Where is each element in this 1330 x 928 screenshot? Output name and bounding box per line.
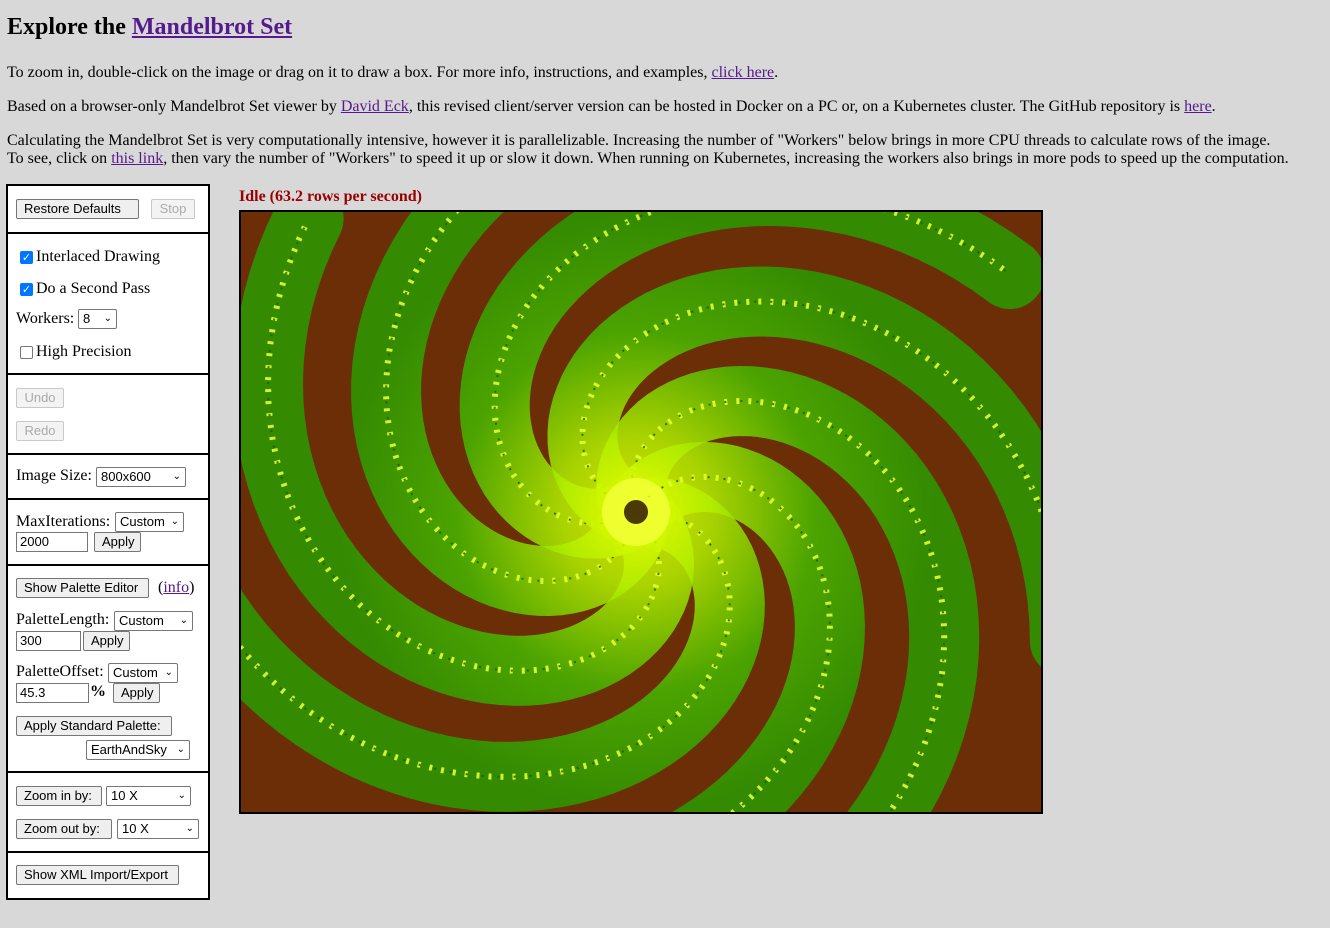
panel-section-history: Undo Redo (8, 375, 208, 455)
max-iterations-input[interactable]: 2000 (16, 532, 88, 552)
fractal-center (624, 500, 648, 524)
chevron-down-icon: ⌄ (172, 471, 181, 482)
panel-section-iterations: MaxIterations: Custom ⌄ 2000 Apply (8, 500, 208, 566)
palette-offset-input[interactable]: 45.3 (16, 683, 89, 703)
panel-section-actions: Restore Defaults Stop (8, 186, 208, 234)
chevron-down-icon: ⌄ (185, 823, 194, 834)
zoom-in-value: 10 X (111, 788, 138, 803)
github-here-link[interactable]: here (1184, 98, 1212, 115)
workers-value: 8 (83, 311, 91, 326)
second-pass-label: Do a Second Pass (36, 280, 151, 297)
show-palette-editor-button[interactable]: Show Palette Editor (16, 578, 149, 598)
panel-section-zoom: Zoom in by: 10 X ⌄ Zoom out by: 10 X ⌄ (8, 773, 208, 853)
max-iterations-label: MaxIterations: (16, 513, 111, 530)
info-close-paren: ) (189, 579, 195, 596)
max-iterations-apply-button[interactable]: Apply (94, 532, 141, 552)
palette-length-apply-button[interactable]: Apply (83, 631, 130, 651)
control-panel: Restore Defaults Stop ✓ Interlaced Drawi… (6, 184, 210, 900)
interlaced-label: Interlaced Drawing (36, 248, 160, 265)
palette-offset-label: PaletteOffset: (16, 663, 104, 680)
page-title: Explore the Mandelbrot Set (7, 14, 292, 41)
intro-text-3a: Calculating the Mandelbrot Set is very c… (7, 132, 1271, 149)
standard-palette-value: EarthAndSky (91, 742, 167, 757)
chevron-down-icon: ⌄ (177, 790, 186, 801)
intro-text-3b: To see, click on (7, 150, 108, 167)
chevron-down-icon: ⌄ (164, 667, 173, 678)
max-iterations-select-value: Custom (120, 514, 165, 529)
panel-section-options: ✓ Interlaced Drawing ✓ Do a Second Pass … (8, 234, 208, 375)
palette-offset-apply-button[interactable]: Apply (113, 683, 160, 703)
title-prefix: Explore the (7, 14, 126, 40)
stop-button[interactable]: Stop (151, 199, 195, 219)
status-text: Idle (63.2 rows per second) (239, 188, 422, 205)
fractal-image (241, 212, 1041, 812)
chevron-down-icon: ⌄ (170, 516, 179, 527)
intro-text-2b: , this revised client/server version can… (408, 98, 1181, 115)
intro-text-2-end: . (1211, 98, 1216, 115)
zoom-in-button[interactable]: Zoom in by: (16, 786, 102, 806)
workers-label: Workers: (16, 310, 75, 327)
interlaced-checkbox[interactable]: ✓ (20, 251, 33, 264)
image-size-select[interactable]: 800x600 ⌄ (96, 467, 186, 487)
high-precision-checkbox[interactable] (20, 346, 33, 359)
show-xml-import-export-button[interactable]: Show XML Import/Export (16, 865, 179, 885)
standard-palette-select[interactable]: EarthAndSky ⌄ (86, 740, 190, 760)
high-precision-label: High Precision (36, 343, 132, 360)
intro-text-3c: , then vary the number of "Workers" to s… (163, 150, 1289, 167)
chevron-down-icon: ⌄ (103, 313, 112, 324)
second-pass-checkbox[interactable]: ✓ (20, 283, 33, 296)
zoom-out-button[interactable]: Zoom out by: (16, 819, 112, 839)
image-size-value: 800x600 (101, 469, 151, 484)
image-size-label: Image Size: (16, 467, 92, 484)
chevron-down-icon: ⌄ (179, 615, 188, 626)
this-link-link[interactable]: this link (111, 150, 163, 167)
redo-button[interactable]: Redo (16, 421, 64, 441)
intro-text-2a: Based on a browser-only Mandelbrot Set v… (7, 98, 337, 115)
panel-section-xml: Show XML Import/Export (8, 853, 208, 898)
panel-section-image-size: Image Size: 800x600 ⌄ (8, 455, 208, 500)
palette-info: (info) (158, 579, 194, 597)
zoom-out-value: 10 X (122, 821, 149, 836)
palette-length-label: PaletteLength: (16, 611, 110, 628)
palette-info-link[interactable]: info (163, 579, 189, 596)
intro-paragraph-3: Calculating the Mandelbrot Set is very c… (7, 132, 1289, 168)
intro-paragraph-2: Based on a browser-only Mandelbrot Set v… (7, 98, 1216, 116)
zoom-out-select[interactable]: 10 X ⌄ (117, 819, 199, 839)
david-eck-link[interactable]: David Eck (341, 98, 409, 115)
palette-length-select[interactable]: Custom ⌄ (114, 611, 193, 631)
palette-length-input[interactable]: 300 (16, 631, 81, 651)
palette-length-select-value: Custom (119, 613, 164, 628)
undo-button[interactable]: Undo (16, 388, 64, 408)
palette-offset-select[interactable]: Custom ⌄ (108, 663, 178, 683)
intro-text-1: To zoom in, double-click on the image or… (7, 64, 708, 81)
intro-text-1-end: . (774, 64, 779, 81)
max-iterations-select[interactable]: Custom ⌄ (115, 512, 184, 532)
restore-defaults-button[interactable]: Restore Defaults (16, 199, 139, 219)
palette-offset-select-value: Custom (113, 665, 158, 680)
apply-standard-palette-button[interactable]: Apply Standard Palette: (16, 716, 172, 736)
intro-paragraph-1: To zoom in, double-click on the image or… (7, 64, 778, 82)
click-here-link[interactable]: click here (712, 64, 775, 81)
mandelbrot-canvas[interactable] (239, 210, 1043, 814)
mandelbrot-set-link[interactable]: Mandelbrot Set (132, 14, 292, 40)
chevron-down-icon: ⌄ (176, 744, 185, 755)
workers-select[interactable]: 8 ⌄ (78, 309, 117, 329)
zoom-in-select[interactable]: 10 X ⌄ (106, 786, 191, 806)
panel-section-palette: Show Palette Editor (info) PaletteLength… (8, 566, 208, 773)
percent-sign: % (90, 683, 106, 700)
